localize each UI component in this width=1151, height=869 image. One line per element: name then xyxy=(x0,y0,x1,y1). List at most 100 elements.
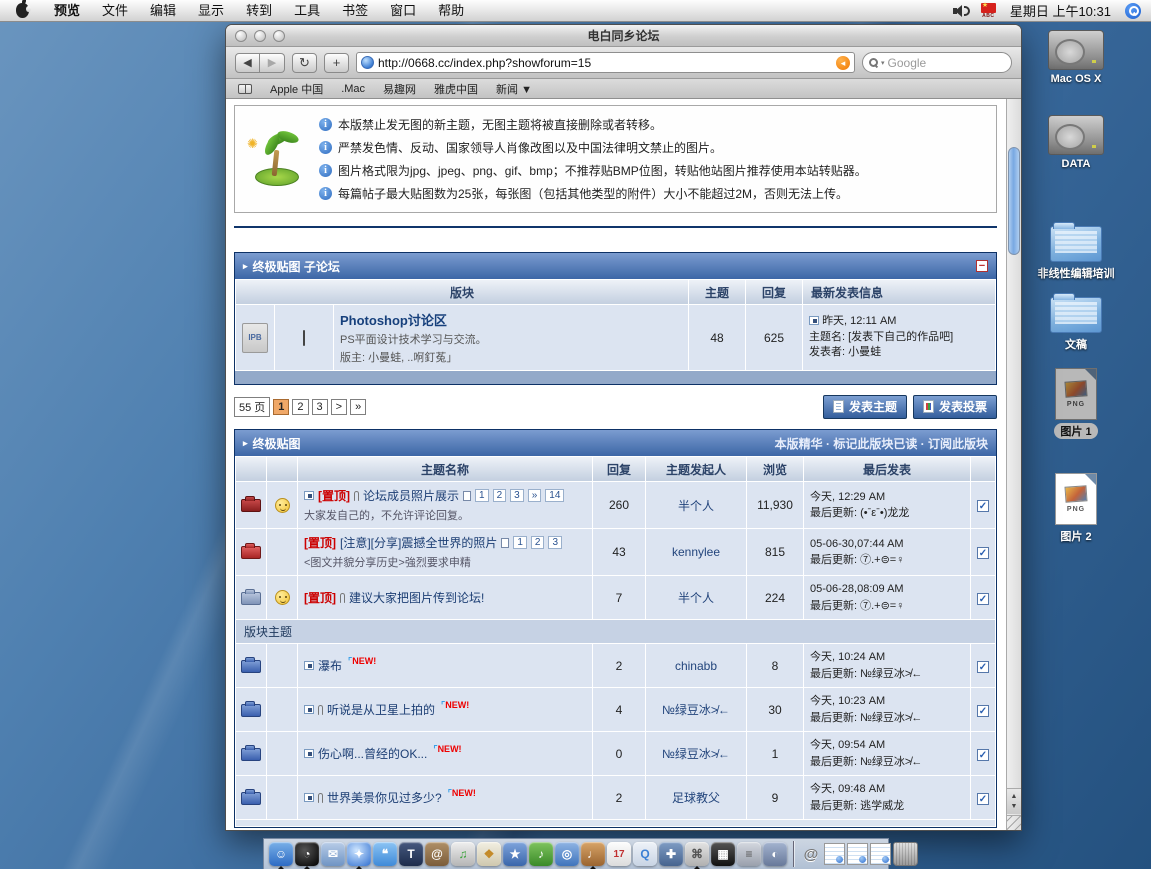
dock-toast-icon[interactable]: ≡ xyxy=(737,842,761,866)
dock-image-capture-icon[interactable]: ◐ xyxy=(763,842,787,866)
dock-final-cut-icon[interactable]: ▦ xyxy=(711,842,735,866)
minimized-window[interactable] xyxy=(870,843,891,865)
reload-button[interactable]: ↻ xyxy=(292,53,317,73)
menu-app[interactable]: 预览 xyxy=(43,0,91,22)
collapse-section-button[interactable]: − xyxy=(976,260,988,272)
search-options-caret[interactable]: ▾ xyxy=(881,59,885,67)
spotlight-icon[interactable] xyxy=(1125,3,1141,19)
forward-button[interactable]: ▶ xyxy=(260,53,285,73)
goto-last-icon[interactable] xyxy=(304,491,314,500)
menu-clock[interactable]: 星期日 上午10:31 xyxy=(1010,1,1111,20)
page-1[interactable]: 1 xyxy=(273,399,289,415)
add-bookmark-button[interactable]: + xyxy=(324,53,349,73)
back-button[interactable]: ◀ xyxy=(235,53,260,73)
google-search-field[interactable]: ▾ xyxy=(862,52,1012,73)
bookmarks-book-icon[interactable] xyxy=(238,84,252,94)
topic-starter-link[interactable]: 半个人 xyxy=(678,499,714,513)
goto-last-icon[interactable] xyxy=(304,793,314,802)
topic-starter-link[interactable]: 足球教父 xyxy=(672,791,720,805)
url-input[interactable] xyxy=(378,56,832,70)
dock-dvd-player-icon[interactable]: ◎ xyxy=(555,842,579,866)
topic-page-chip[interactable]: » xyxy=(528,489,542,502)
menu-go[interactable]: 转到 xyxy=(235,0,283,22)
menu-file[interactable]: 文件 xyxy=(91,0,139,22)
topic-checkbox[interactable]: ✓ xyxy=(977,749,989,761)
bookmark-news-menu[interactable]: 新闻 ▼ xyxy=(496,81,532,97)
topic-checkbox[interactable]: ✓ xyxy=(977,705,989,717)
topic-link[interactable]: 论坛成员照片展示 xyxy=(363,487,459,504)
topic-checkbox[interactable]: ✓ xyxy=(977,793,989,805)
desktop-icon-folder-docs[interactable]: 文稿 xyxy=(1050,297,1102,352)
apple-menu-icon[interactable] xyxy=(16,3,29,18)
trash-icon[interactable] xyxy=(893,842,918,866)
bookmark-yahoo-china[interactable]: 雅虎中国 xyxy=(434,81,478,97)
topic-checkbox[interactable]: ✓ xyxy=(977,547,989,559)
dock-mail-icon[interactable]: ✉ xyxy=(321,842,345,866)
input-method-icon[interactable]: ABC xyxy=(981,3,996,19)
new-poll-button[interactable]: 发表投票 xyxy=(913,395,997,419)
topic-page-chip[interactable]: 14 xyxy=(545,489,564,502)
snapback-icon[interactable]: ◂ xyxy=(836,56,850,70)
title-bar[interactable]: 电白同乡论坛 xyxy=(226,25,1021,47)
volume-icon[interactable] xyxy=(953,5,967,17)
topic-link[interactable]: [注意][分享]震撼全世界的照片 xyxy=(340,534,497,551)
desktop-icon-data[interactable]: DATA xyxy=(1048,115,1104,170)
bookmark-apple-china[interactable]: Apple 中国 xyxy=(270,81,323,97)
dock-utility-icon[interactable]: ✚ xyxy=(659,842,683,866)
minimized-window[interactable] xyxy=(824,843,845,865)
dock-iphoto-icon[interactable]: ❖ xyxy=(477,842,501,866)
minimized-window[interactable] xyxy=(847,843,868,865)
forum-link[interactable]: Photoshop讨论区 xyxy=(340,313,447,328)
dock-ichat-icon[interactable]: ❝ xyxy=(373,842,397,866)
forum-icon[interactable] xyxy=(303,330,305,346)
page-next[interactable]: > xyxy=(331,399,347,415)
menu-view[interactable]: 显示 xyxy=(187,0,235,22)
menu-window[interactable]: 窗口 xyxy=(379,0,427,22)
dock-garageband-icon[interactable]: ♩ xyxy=(581,842,605,866)
page-3[interactable]: 3 xyxy=(312,399,328,415)
goto-last-icon[interactable] xyxy=(304,749,314,758)
dock-safari-icon[interactable]: ✦ xyxy=(347,842,371,866)
dock-itunes-icon[interactable]: ♫ xyxy=(451,842,475,866)
scroll-up-arrow[interactable]: ▲ xyxy=(1011,792,1018,802)
menu-help[interactable]: 帮助 xyxy=(427,0,475,22)
window-resize-grip[interactable] xyxy=(1006,815,1021,830)
topic-link[interactable]: 伤心啊...曾经的OK... xyxy=(318,745,427,762)
topic-starter-link[interactable]: №绿豆冰≯← xyxy=(662,747,730,761)
topic-page-chip[interactable]: 2 xyxy=(531,536,545,549)
topic-link[interactable]: 建议大家把图片传到论坛! xyxy=(349,589,484,606)
scrollbar-thumb[interactable] xyxy=(1008,147,1020,255)
new-topic-button[interactable]: 发表主题 xyxy=(823,395,907,419)
bookmark-dotmac[interactable]: .Mac xyxy=(341,83,365,95)
scroll-down-arrow[interactable]: ▼ xyxy=(1011,802,1018,812)
dock-imovie-icon[interactable]: ★ xyxy=(503,842,527,866)
topic-starter-link[interactable]: 半个人 xyxy=(678,591,714,605)
topic-page-chip[interactable]: 3 xyxy=(548,536,562,549)
desktop-icon-picture-1[interactable]: PNG 图片 1 xyxy=(1054,368,1097,439)
section-links[interactable]: 本版精华 · 标记此版块已读 · 订阅此版块 xyxy=(775,435,988,452)
topic-link[interactable]: 世界美景你见过多少? xyxy=(327,789,442,806)
dock-dashboard-icon[interactable]: ◔ xyxy=(295,842,319,866)
menu-tools[interactable]: 工具 xyxy=(283,0,331,22)
page-2[interactable]: 2 xyxy=(292,399,308,415)
topic-link[interactable]: 瀑布 xyxy=(318,657,342,674)
dock-ical-icon[interactable]: 17 xyxy=(607,842,631,866)
goto-last-icon[interactable] xyxy=(809,316,819,325)
dock-textedit-icon[interactable]: T xyxy=(399,842,423,866)
topic-checkbox[interactable]: ✓ xyxy=(977,500,989,512)
menu-bookmarks[interactable]: 书签 xyxy=(331,0,379,22)
desktop-icon-folder-training[interactable]: 非线性编辑培训 xyxy=(1038,226,1115,281)
topic-starter-link[interactable]: №绿豆冰≯← xyxy=(662,703,730,717)
dock-webloc-icon[interactable]: @ xyxy=(800,842,822,866)
dock-finder-icon[interactable]: ☺ xyxy=(269,842,293,866)
dock-imovie-hd-icon[interactable]: ♪ xyxy=(529,842,553,866)
topic-page-chip[interactable]: 2 xyxy=(493,489,507,502)
topic-link[interactable]: 听说是从卫星上拍的 xyxy=(327,701,435,718)
topic-page-chip[interactable]: 3 xyxy=(510,489,524,502)
topic-checkbox[interactable]: ✓ xyxy=(977,661,989,673)
topic-page-chip[interactable]: 1 xyxy=(513,536,527,549)
menu-edit[interactable]: 编辑 xyxy=(139,0,187,22)
dock-front-row-icon[interactable]: ⌘ xyxy=(685,842,709,866)
topic-starter-link[interactable]: chinabb xyxy=(675,659,717,673)
search-input[interactable] xyxy=(888,56,1005,70)
